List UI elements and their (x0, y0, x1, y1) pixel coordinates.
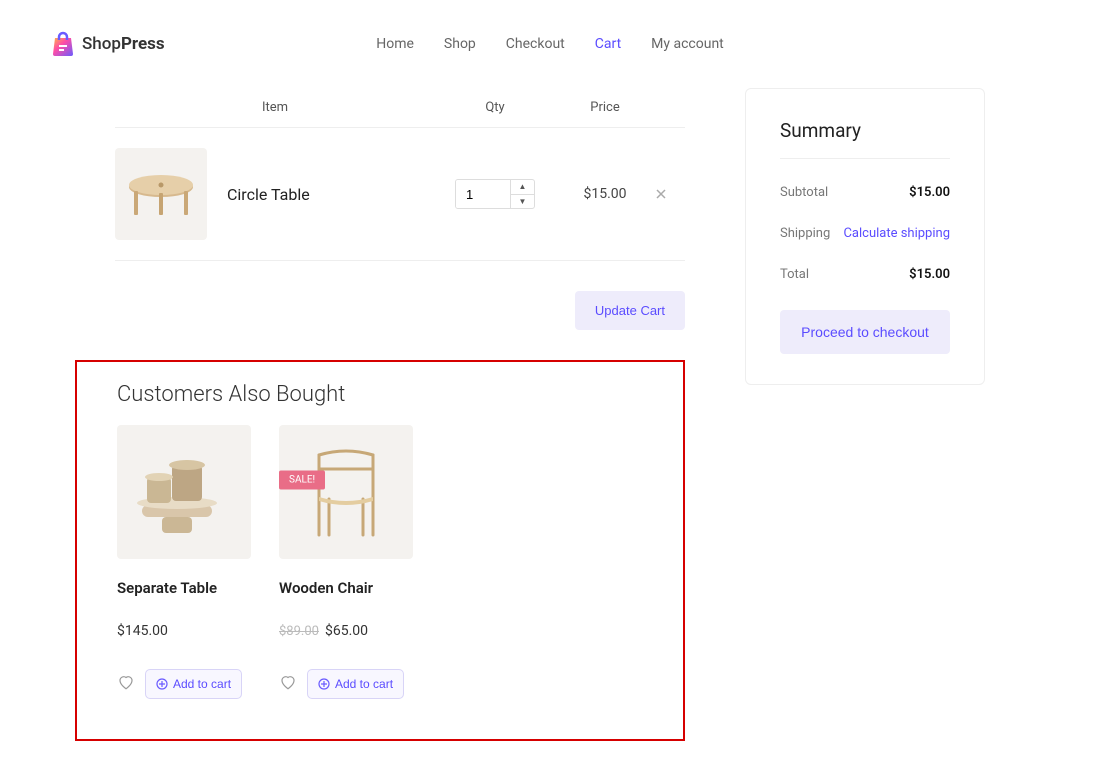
calculate-shipping-link[interactable]: Calculate shipping (843, 226, 950, 241)
update-cart-button[interactable]: Update Cart (575, 291, 685, 330)
heart-icon (117, 673, 135, 691)
cart-item-name[interactable]: Circle Table (227, 185, 435, 204)
logo-text: ShopPress (82, 34, 165, 54)
plus-circle-icon (156, 678, 168, 690)
product-image[interactable] (117, 425, 251, 559)
nav-home[interactable]: Home (376, 36, 414, 52)
col-price-label: Price (555, 100, 655, 115)
nav-cart[interactable]: Cart (595, 36, 621, 52)
nav-shop[interactable]: Shop (444, 36, 476, 52)
product-image[interactable]: SALE! (279, 425, 413, 559)
wishlist-button[interactable] (279, 673, 297, 695)
product-card: Separate Table $145.00 (117, 425, 251, 699)
summary-box: Summary Subtotal $15.00 Shipping Calcula… (745, 88, 985, 385)
proceed-to-checkout-button[interactable]: Proceed to checkout (780, 310, 950, 354)
wishlist-button[interactable] (117, 673, 135, 695)
separate-table-icon (117, 425, 251, 559)
shop-bag-icon (50, 30, 76, 58)
quantity-input[interactable] (456, 180, 510, 208)
shipping-label: Shipping (780, 226, 830, 241)
product-name[interactable]: Wooden Chair (279, 579, 413, 599)
sale-badge: SALE! (279, 471, 325, 490)
cross-sell-title: Customers Also Bought (117, 382, 643, 407)
close-icon (655, 188, 667, 200)
qty-down-button[interactable]: ▼ (511, 195, 534, 209)
add-to-cart-button[interactable]: Add to cart (145, 669, 242, 699)
subtotal-label: Subtotal (780, 185, 828, 200)
product-thumbnail[interactable] (115, 148, 207, 240)
cross-sell-section: Customers Also Bought (75, 360, 685, 741)
circle-table-icon (116, 149, 206, 239)
summary-title: Summary (780, 119, 950, 159)
product-price: $145.00 (117, 623, 251, 639)
quantity-stepper: ▲ ▼ (455, 179, 535, 209)
cart-header-row: Item Qty Price (115, 88, 685, 128)
add-to-cart-button[interactable]: Add to cart (307, 669, 404, 699)
nav-checkout[interactable]: Checkout (506, 36, 565, 52)
logo[interactable]: ShopPress (50, 30, 165, 58)
header: ShopPress Home Shop Checkout Cart My acc… (0, 0, 1100, 88)
plus-circle-icon (318, 678, 330, 690)
nav-account[interactable]: My account (651, 36, 724, 52)
subtotal-value: $15.00 (909, 185, 950, 200)
cart-row: Circle Table ▲ ▼ $15.00 (115, 128, 685, 261)
product-name[interactable]: Separate Table (117, 579, 251, 599)
product-price: $89.00$65.00 (279, 623, 413, 639)
total-label: Total (780, 267, 809, 282)
wooden-chair-icon (279, 425, 413, 559)
cart-item-price: $15.00 (555, 186, 655, 202)
total-value: $15.00 (909, 267, 950, 282)
remove-item-button[interactable] (655, 185, 685, 204)
heart-icon (279, 673, 297, 691)
main-nav: Home Shop Checkout Cart My account (376, 36, 724, 52)
product-card: SALE! (279, 425, 413, 699)
col-item-label: Item (115, 100, 435, 115)
qty-up-button[interactable]: ▲ (511, 180, 534, 195)
col-qty-label: Qty (435, 100, 555, 115)
